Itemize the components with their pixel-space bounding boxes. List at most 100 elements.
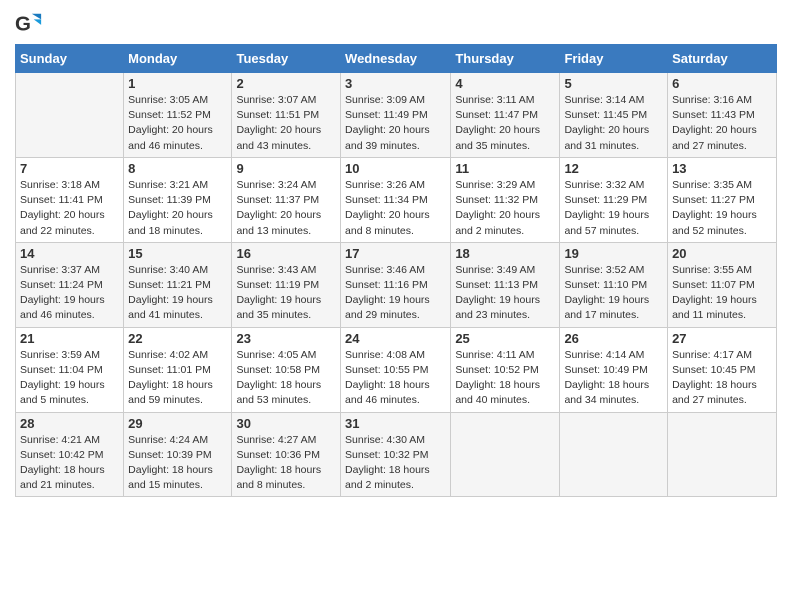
day-number: 13 [672,161,772,176]
calendar-cell: 10 Sunrise: 3:26 AMSunset: 11:34 PMDaylig… [341,157,451,242]
day-info: Sunrise: 4:02 AMSunset: 11:01 PMDaylight… [128,348,227,409]
day-info: Sunrise: 4:11 AMSunset: 10:52 PMDaylight… [455,348,555,409]
day-info: Sunrise: 3:18 AMSunset: 11:41 PMDaylight… [20,178,119,239]
calendar-cell: 7 Sunrise: 3:18 AMSunset: 11:41 PMDayligh… [16,157,124,242]
calendar-table: SundayMondayTuesdayWednesdayThursdayFrid… [15,44,777,497]
calendar-cell: 11 Sunrise: 3:29 AMSunset: 11:32 PMDaylig… [451,157,560,242]
day-number: 18 [455,246,555,261]
logo-icon: G [15,10,43,38]
calendar-cell: 28Sunrise: 4:21 AMSunset: 10:42 PMDaylig… [16,412,124,497]
calendar-cell: 14 Sunrise: 3:37 AMSunset: 11:24 PMDaylig… [16,242,124,327]
day-info: Sunrise: 3:14 AMSunset: 11:45 PMDaylight… [564,93,663,154]
day-number: 11 [455,161,555,176]
day-of-week-tuesday: Tuesday [232,45,341,73]
day-number: 22 [128,331,227,346]
day-of-week-monday: Monday [124,45,232,73]
day-info: Sunrise: 3:49 AMSunset: 11:13 PMDaylight… [455,263,555,324]
day-info: Sunrise: 3:24 AMSunset: 11:37 PMDaylight… [236,178,336,239]
day-number: 29 [128,416,227,431]
day-info: Sunrise: 4:14 AMSunset: 10:49 PMDaylight… [564,348,663,409]
calendar-cell: 18 Sunrise: 3:49 AMSunset: 11:13 PMDaylig… [451,242,560,327]
day-number: 9 [236,161,336,176]
day-number: 1 [128,76,227,91]
day-number: 17 [345,246,446,261]
day-of-week-saturday: Saturday [668,45,777,73]
calendar-week-row: 1 Sunrise: 3:05 AMSunset: 11:52 PMDayligh… [16,73,777,158]
calendar-cell: 8 Sunrise: 3:21 AMSunset: 11:39 PMDayligh… [124,157,232,242]
day-info: Sunrise: 4:30 AMSunset: 10:32 PMDaylight… [345,433,446,494]
day-info: Sunrise: 3:40 AMSunset: 11:21 PMDaylight… [128,263,227,324]
day-info: Sunrise: 4:17 AMSunset: 10:45 PMDaylight… [672,348,772,409]
calendar-header-row: SundayMondayTuesdayWednesdayThursdayFrid… [16,45,777,73]
day-info: Sunrise: 4:21 AMSunset: 10:42 PMDaylight… [20,433,119,494]
calendar-week-row: 28Sunrise: 4:21 AMSunset: 10:42 PMDaylig… [16,412,777,497]
day-info: Sunrise: 3:29 AMSunset: 11:32 PMDaylight… [455,178,555,239]
day-number: 26 [564,331,663,346]
day-number: 5 [564,76,663,91]
page-header: G [15,10,777,38]
svg-text:G: G [15,13,31,36]
day-info: Sunrise: 3:32 AMSunset: 11:29 PMDaylight… [564,178,663,239]
day-number: 2 [236,76,336,91]
day-info: Sunrise: 4:24 AMSunset: 10:39 PMDaylight… [128,433,227,494]
day-info: Sunrise: 3:52 AMSunset: 11:10 PMDaylight… [564,263,663,324]
day-number: 15 [128,246,227,261]
calendar-cell: 21Sunrise: 3:59 AMSunset: 11:04 PMDaylig… [16,327,124,412]
day-info: Sunrise: 3:07 AMSunset: 11:51 PMDaylight… [236,93,336,154]
day-number: 7 [20,161,119,176]
day-info: Sunrise: 3:26 AMSunset: 11:34 PMDaylight… [345,178,446,239]
day-info: Sunrise: 4:27 AMSunset: 10:36 PMDaylight… [236,433,336,494]
calendar-cell: 20Sunrise: 3:55 AMSunset: 11:07 PMDaylig… [668,242,777,327]
calendar-cell: 6 Sunrise: 3:16 AMSunset: 11:43 PMDayligh… [668,73,777,158]
calendar-cell: 2 Sunrise: 3:07 AMSunset: 11:51 PMDayligh… [232,73,341,158]
calendar-cell: 25Sunrise: 4:11 AMSunset: 10:52 PMDaylig… [451,327,560,412]
day-info: Sunrise: 3:43 AMSunset: 11:19 PMDaylight… [236,263,336,324]
calendar-cell: 15 Sunrise: 3:40 AMSunset: 11:21 PMDaylig… [124,242,232,327]
logo: G [15,10,45,38]
calendar-cell [668,412,777,497]
calendar-cell [16,73,124,158]
day-of-week-friday: Friday [560,45,668,73]
calendar-cell: 29 Sunrise: 4:24 AMSunset: 10:39 PMDaylig… [124,412,232,497]
calendar-cell: 3 Sunrise: 3:09 AMSunset: 11:49 PMDayligh… [341,73,451,158]
calendar-cell: 5 Sunrise: 3:14 AMSunset: 11:45 PMDayligh… [560,73,668,158]
calendar-cell [560,412,668,497]
day-number: 10 [345,161,446,176]
day-number: 14 [20,246,119,261]
calendar-cell: 23 Sunrise: 4:05 AMSunset: 10:58 PMDaylig… [232,327,341,412]
calendar-cell: 9 Sunrise: 3:24 AMSunset: 11:37 PMDayligh… [232,157,341,242]
day-info: Sunrise: 3:55 AMSunset: 11:07 PMDaylight… [672,263,772,324]
day-info: Sunrise: 3:35 AMSunset: 11:27 PMDaylight… [672,178,772,239]
day-info: Sunrise: 3:16 AMSunset: 11:43 PMDaylight… [672,93,772,154]
calendar-cell: 30 Sunrise: 4:27 AMSunset: 10:36 PMDaylig… [232,412,341,497]
day-number: 24 [345,331,446,346]
day-info: Sunrise: 3:37 AMSunset: 11:24 PMDaylight… [20,263,119,324]
day-number: 16 [236,246,336,261]
day-number: 4 [455,76,555,91]
day-info: Sunrise: 3:21 AMSunset: 11:39 PMDaylight… [128,178,227,239]
day-number: 27 [672,331,772,346]
day-number: 23 [236,331,336,346]
day-of-week-sunday: Sunday [16,45,124,73]
calendar-cell: 22 Sunrise: 4:02 AMSunset: 11:01 PMDaylig… [124,327,232,412]
calendar-cell: 1 Sunrise: 3:05 AMSunset: 11:52 PMDayligh… [124,73,232,158]
day-info: Sunrise: 3:05 AMSunset: 11:52 PMDaylight… [128,93,227,154]
calendar-cell: 16 Sunrise: 3:43 AMSunset: 11:19 PMDaylig… [232,242,341,327]
day-number: 19 [564,246,663,261]
day-number: 8 [128,161,227,176]
calendar-week-row: 21Sunrise: 3:59 AMSunset: 11:04 PMDaylig… [16,327,777,412]
day-info: Sunrise: 3:11 AMSunset: 11:47 PMDaylight… [455,93,555,154]
calendar-cell: 24 Sunrise: 4:08 AMSunset: 10:55 PMDaylig… [341,327,451,412]
day-number: 6 [672,76,772,91]
day-number: 30 [236,416,336,431]
calendar-cell [451,412,560,497]
day-info: Sunrise: 4:08 AMSunset: 10:55 PMDaylight… [345,348,446,409]
day-number: 3 [345,76,446,91]
day-info: Sunrise: 4:05 AMSunset: 10:58 PMDaylight… [236,348,336,409]
calendar-cell: 13 Sunrise: 3:35 AMSunset: 11:27 PMDaylig… [668,157,777,242]
day-info: Sunrise: 3:09 AMSunset: 11:49 PMDaylight… [345,93,446,154]
calendar-week-row: 7 Sunrise: 3:18 AMSunset: 11:41 PMDayligh… [16,157,777,242]
calendar-cell: 19 Sunrise: 3:52 AMSunset: 11:10 PMDaylig… [560,242,668,327]
calendar-cell: 17Sunrise: 3:46 AMSunset: 11:16 PMDaylig… [341,242,451,327]
calendar-cell: 31Sunrise: 4:30 AMSunset: 10:32 PMDaylig… [341,412,451,497]
